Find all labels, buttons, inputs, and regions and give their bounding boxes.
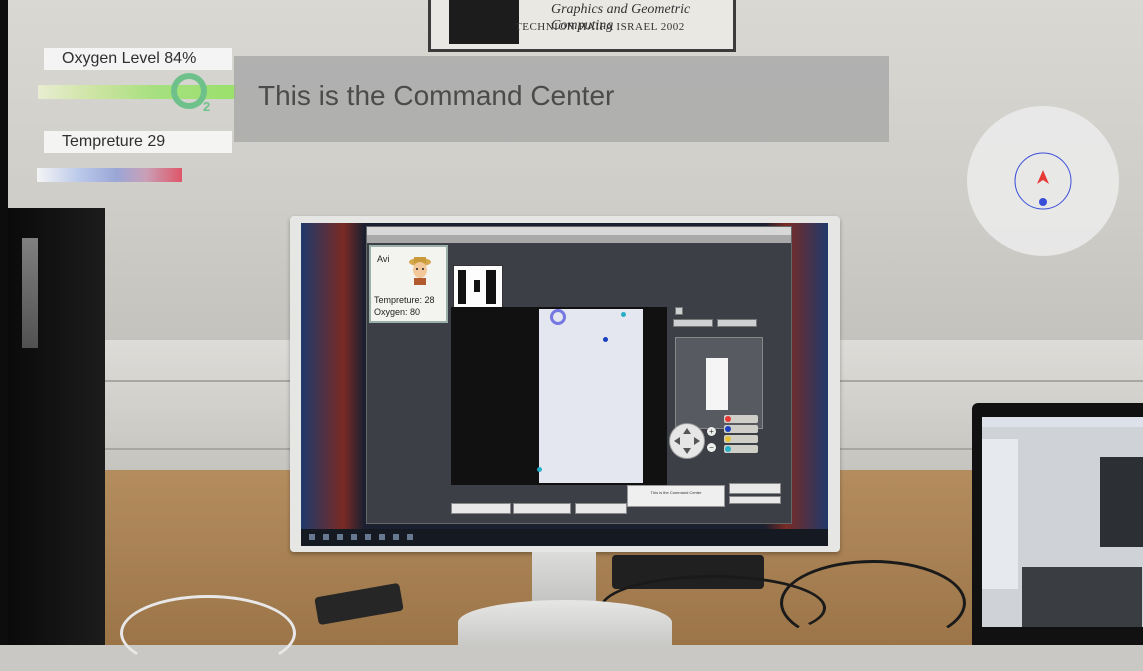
marker-dot[interactable]	[537, 467, 542, 472]
avatar-temperature: Tempreture: 28	[374, 295, 435, 305]
app-title-bar	[367, 227, 791, 235]
white-cable	[120, 595, 296, 671]
plaque-line2: TECHNION HAIFA ISRAEL 2002	[515, 21, 685, 33]
temperature-label: Tempreture 29	[44, 131, 232, 153]
monitor-base	[458, 600, 672, 645]
floor-thumbnail[interactable]	[453, 265, 503, 309]
command-center-text: This is the Command Center	[258, 80, 615, 111]
plaque-image	[449, 0, 519, 44]
zoom-out-button[interactable]: −	[707, 443, 716, 452]
app-toolbar	[367, 235, 791, 243]
svg-text:2: 2	[203, 99, 210, 113]
mini-command-field[interactable]: This is the Command Center	[627, 485, 725, 507]
checkbox[interactable]	[675, 307, 683, 315]
frame-edge	[0, 0, 8, 645]
black-cable-2	[780, 560, 966, 646]
command-center-panel: This is the Command Center	[234, 56, 889, 142]
broadcast-button[interactable]	[729, 483, 781, 494]
o2-icon: 2	[171, 73, 210, 113]
wall-plaque: Graphics and Geometric Computing TECHNIO…	[428, 0, 736, 52]
windows-taskbar	[301, 529, 828, 546]
left-monitor	[8, 208, 105, 645]
avatar-face-icon	[409, 257, 431, 285]
compass-radar	[967, 106, 1119, 256]
side-button-left[interactable]	[673, 319, 713, 327]
avatar-oxygen: Oxygen: 80	[374, 307, 421, 317]
zoom-in-button[interactable]: +	[707, 427, 716, 436]
floor-plan-view[interactable]	[451, 307, 667, 485]
marker-dot[interactable]	[621, 312, 626, 317]
compass-icon	[1014, 152, 1072, 210]
oxygen-level-label: Oxygen Level 84%	[44, 48, 232, 70]
room-area	[539, 309, 643, 483]
marker-legend	[724, 415, 758, 455]
bottom-button-1[interactable]	[451, 503, 511, 514]
avatar-marker[interactable]	[603, 337, 608, 342]
selection-ring-icon[interactable]	[550, 309, 566, 325]
command-center-app-window: Avi Tempreture: 28 Oxygen: 80 + − This i…	[366, 226, 792, 524]
bottom-button-2[interactable]	[513, 503, 571, 514]
laptop	[972, 403, 1143, 645]
side-button-right[interactable]	[717, 319, 757, 327]
send-button[interactable]	[729, 496, 781, 504]
direction-pad-icon[interactable]	[669, 423, 705, 459]
avatar-status-card[interactable]: Avi Tempreture: 28 Oxygen: 80	[369, 245, 448, 323]
laptop-screen	[982, 417, 1143, 627]
bottom-button-3[interactable]	[575, 503, 627, 514]
temperature-bar	[37, 168, 182, 182]
avatar-name: Avi	[377, 254, 390, 264]
